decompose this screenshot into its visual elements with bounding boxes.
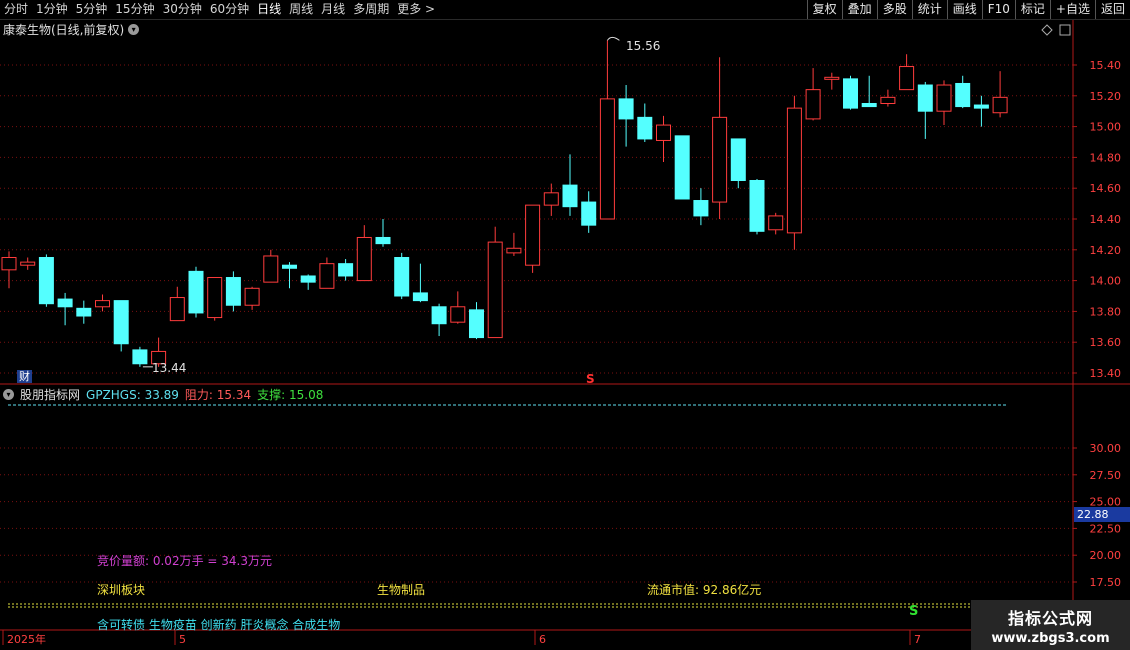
candle-body	[880, 96, 896, 104]
price-tick-label: 14.40	[1090, 213, 1122, 226]
window-icon	[1059, 24, 1071, 36]
indicator-tick-label: 27.50	[1090, 469, 1122, 482]
candle-body	[225, 277, 241, 306]
candle-body	[768, 215, 784, 231]
high-arrow-icon	[606, 36, 620, 41]
current-value-tag: 22.88	[1074, 507, 1130, 522]
candle-body	[805, 89, 821, 120]
high-price-label: 15.56	[626, 39, 660, 53]
candle-body	[749, 180, 765, 232]
sell-signal-label: S	[586, 372, 595, 386]
candle-body	[244, 287, 260, 306]
watermark-logo: 指标公式网 www.zbgs3.com	[971, 600, 1130, 650]
candle-body	[656, 124, 671, 141]
indicator-tick-label: 30.00	[1090, 442, 1122, 455]
candle-body	[207, 277, 223, 319]
chevron-down-icon[interactable]: ▾	[3, 389, 14, 400]
candle-body	[76, 307, 92, 317]
low-price-label: 13.44	[152, 361, 186, 375]
candle-body	[674, 135, 690, 200]
candle-body	[917, 84, 933, 112]
candle-body	[843, 78, 858, 109]
date-label: 6	[539, 633, 546, 646]
industry-label: 生物制品	[377, 583, 426, 597]
candle-body	[506, 247, 522, 254]
candle-body	[824, 76, 840, 80]
indicator-tick-label: 22.50	[1090, 522, 1122, 535]
date-label: 5	[179, 633, 186, 646]
candle-body	[712, 116, 728, 203]
candle-body	[132, 349, 148, 365]
candle-body	[637, 116, 653, 140]
candle-body	[20, 261, 36, 266]
candle-body	[169, 297, 185, 322]
candle-body	[450, 306, 466, 323]
candle-body	[263, 255, 279, 283]
candle-body	[375, 236, 391, 245]
indicator-tick-label: 17.50	[1090, 576, 1122, 589]
board-label: 深圳板块	[97, 583, 146, 597]
candle-body	[599, 98, 615, 220]
indicator-resistance: 阻力: 15.34	[184, 388, 252, 402]
indicator-signal-label: S	[909, 604, 918, 619]
candle-body	[431, 306, 447, 325]
candle-body	[469, 309, 484, 339]
price-tick-label: 15.20	[1090, 90, 1122, 103]
candle-body	[487, 241, 503, 339]
candle-body	[394, 257, 410, 297]
price-tick-label: 13.60	[1090, 336, 1122, 349]
candle-body	[338, 263, 354, 277]
candle-body	[562, 184, 578, 208]
candle-body	[973, 104, 989, 109]
candle-body	[543, 192, 559, 206]
indicator-support: 支撑: 15.08	[257, 388, 324, 402]
candle-body	[786, 107, 802, 234]
candlesticks	[1, 36, 1008, 368]
candle-body	[992, 96, 1008, 114]
price-tick-label: 13.80	[1090, 305, 1122, 318]
date-label: 2025年	[7, 632, 46, 646]
price-tick-label: 13.40	[1090, 367, 1122, 380]
candle-body	[525, 204, 541, 266]
candle-body	[38, 257, 54, 305]
candle-body	[356, 236, 372, 282]
indicator-tick-label: 20.00	[1090, 549, 1122, 562]
diamond-icon	[1041, 24, 1053, 36]
candle-body	[936, 84, 952, 112]
candle-body	[618, 98, 634, 120]
candle-body	[282, 264, 297, 269]
candle-body	[693, 200, 709, 217]
candle-body	[319, 263, 335, 289]
candle-body	[581, 201, 597, 226]
finance-marker[interactable]: 财	[17, 370, 32, 383]
indicator-gp-value: GPZHGS: 33.89	[86, 387, 179, 402]
indicator-name[interactable]: 股朋指标网	[20, 386, 80, 403]
candle-body	[1, 257, 17, 271]
auction-volume: 竞价量额: 0.02万手 = 34.3万元	[97, 554, 272, 568]
candle-body	[955, 82, 971, 108]
price-tick-label: 14.20	[1090, 244, 1122, 257]
price-tick-label: 14.80	[1090, 151, 1122, 164]
candle-body	[899, 66, 915, 91]
candle-body	[57, 298, 73, 308]
candle-body	[113, 300, 129, 345]
candle-body	[412, 292, 428, 302]
price-tick-label: 14.60	[1090, 182, 1122, 195]
concept-tags: 含可转债 生物疫苗 创新药 肝炎概念 合成生物	[97, 618, 341, 632]
price-tick-label: 15.00	[1090, 121, 1122, 134]
date-label: 7	[914, 633, 921, 646]
watermark-title: 指标公式网	[1007, 609, 1093, 628]
indicator-panel: 30.0027.5025.0022.5020.0017.50	[0, 404, 1122, 608]
candle-body	[300, 275, 316, 283]
price-tick-label: 14.00	[1090, 275, 1122, 288]
candle-body	[188, 270, 204, 314]
indicator-header: ▾ 股朋指标网 GPZHGS: 33.89 阻力: 15.34 支撑: 15.0…	[3, 386, 323, 403]
candle-body	[95, 300, 110, 308]
candle-body	[861, 103, 877, 108]
price-tick-label: 15.40	[1090, 59, 1122, 72]
candle-body	[730, 138, 746, 181]
market-cap: 流通市值: 92.86亿元	[647, 583, 762, 597]
watermark-url: www.zbgs3.com	[991, 631, 1110, 646]
